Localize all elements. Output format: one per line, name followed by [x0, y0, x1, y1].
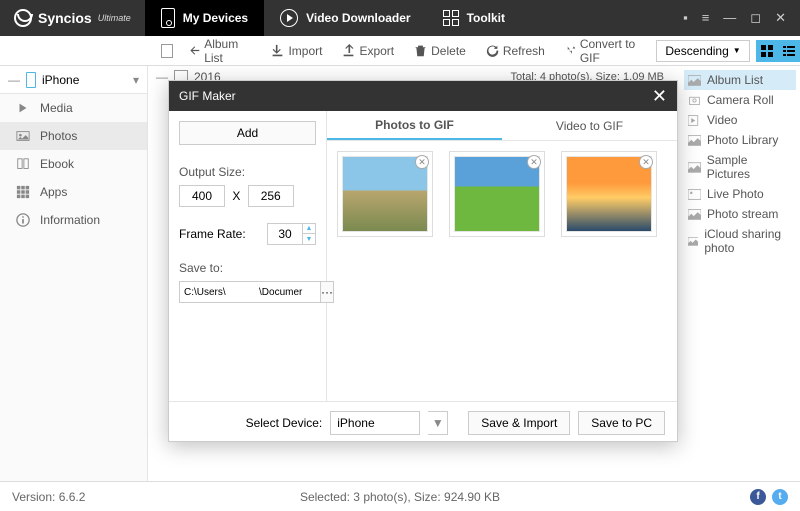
- photo-thumbnails: ✕ ✕ ✕: [327, 141, 677, 247]
- sidebar-item-information[interactable]: Information: [0, 206, 147, 234]
- album-item[interactable]: Album List: [684, 70, 796, 90]
- title-bar: Syncios Ultimate My Devices Video Downlo…: [0, 0, 800, 36]
- menu-icon[interactable]: ≡: [702, 10, 710, 26]
- album-item[interactable]: iCloud sharing photo: [684, 224, 796, 258]
- output-height-input[interactable]: [248, 185, 294, 207]
- version-label: Version: 6.6.2: [12, 490, 85, 504]
- output-size-label: Output Size:: [179, 165, 316, 179]
- tab-toolkit[interactable]: Toolkit: [427, 0, 521, 36]
- delete-button[interactable]: Delete: [404, 44, 476, 58]
- view-grid-button[interactable]: [756, 40, 778, 62]
- close-button[interactable]: ✕: [775, 10, 786, 26]
- modal-close-button[interactable]: ✕: [652, 86, 667, 107]
- phone-icon: [26, 72, 36, 88]
- chevron-down-icon: ▾: [133, 73, 139, 87]
- remove-photo-button[interactable]: ✕: [415, 155, 429, 169]
- phone-icon: [161, 8, 175, 28]
- play-icon: [280, 9, 298, 27]
- album-item[interactable]: Photo Library: [684, 130, 796, 150]
- sidebar-left: — iPhone ▾ Media Photos Ebook Apps Infor…: [0, 66, 148, 481]
- tab-label: My Devices: [183, 11, 248, 25]
- collapse-icon: —: [8, 73, 20, 87]
- selection-status: Selected: 3 photo(s), Size: 924.90 KB: [300, 490, 500, 504]
- album-list-panel: Album List Camera Roll Video Photo Libra…: [680, 66, 800, 481]
- add-button[interactable]: Add: [179, 121, 316, 145]
- tab-video-to-gif[interactable]: Video to GIF: [502, 111, 677, 140]
- tab-my-devices[interactable]: My Devices: [145, 0, 264, 36]
- album-item[interactable]: Live Photo: [684, 184, 796, 204]
- tab-label: Toolkit: [467, 11, 505, 25]
- modal-titlebar: GIF Maker ✕: [169, 81, 677, 111]
- feedback-icon[interactable]: ▪: [683, 10, 688, 26]
- remove-photo-button[interactable]: ✕: [527, 155, 541, 169]
- minimize-button[interactable]: —: [723, 10, 736, 26]
- album-item[interactable]: Camera Roll: [684, 90, 796, 110]
- maximize-button[interactable]: ◻: [750, 10, 761, 26]
- save-to-label: Save to:: [179, 261, 316, 275]
- toolbar: Album List Import Export Delete Refresh …: [0, 36, 800, 66]
- sidebar-item-ebook[interactable]: Ebook: [0, 150, 147, 178]
- frame-rate-label: Frame Rate:: [179, 227, 246, 241]
- modal-content-panel: Photos to GIF Video to GIF ✕ ✕ ✕: [327, 111, 677, 401]
- album-item[interactable]: Photo stream: [684, 204, 796, 224]
- view-list-button[interactable]: [778, 40, 800, 62]
- output-width-input[interactable]: [179, 185, 225, 207]
- select-device-label: Select Device:: [246, 416, 323, 430]
- collapse-icon: —: [156, 70, 168, 84]
- sidebar-item-apps[interactable]: Apps: [0, 178, 147, 206]
- photo-thumbnail[interactable]: ✕: [337, 151, 433, 237]
- album-item[interactable]: Sample Pictures: [684, 150, 796, 184]
- syncios-logo-icon: [14, 9, 32, 27]
- tab-label: Video Downloader: [306, 11, 410, 25]
- modal-title: GIF Maker: [179, 89, 236, 103]
- app-logo: Syncios Ultimate: [0, 9, 145, 27]
- save-import-button[interactable]: Save & Import: [468, 411, 570, 435]
- app-edition: Ultimate: [98, 13, 131, 23]
- facebook-icon[interactable]: f: [750, 489, 766, 505]
- sidebar-item-media[interactable]: Media: [0, 94, 147, 122]
- tab-photos-to-gif[interactable]: Photos to GIF: [327, 111, 502, 140]
- gif-maker-modal: GIF Maker ✕ Add Output Size: X Frame Rat…: [168, 80, 678, 442]
- x-separator: X: [232, 189, 240, 203]
- photo-thumbnail[interactable]: ✕: [449, 151, 545, 237]
- status-bar: Version: 6.6.2 Selected: 3 photo(s), Siz…: [0, 481, 800, 511]
- album-list-button[interactable]: Album List: [179, 37, 261, 65]
- step-up-button[interactable]: ▲: [303, 224, 315, 234]
- device-name: iPhone: [42, 73, 79, 87]
- sidebar-item-photos[interactable]: Photos: [0, 122, 147, 150]
- tab-video-downloader[interactable]: Video Downloader: [264, 0, 426, 36]
- app-name: Syncios: [38, 10, 92, 26]
- modal-footer: Select Device: iPhone ▼ Save & Import Sa…: [169, 401, 677, 443]
- device-header[interactable]: — iPhone ▾: [0, 66, 147, 94]
- photo-thumbnail[interactable]: ✕: [561, 151, 657, 237]
- twitter-icon[interactable]: t: [772, 489, 788, 505]
- refresh-button[interactable]: Refresh: [476, 44, 555, 58]
- save-path-input[interactable]: [179, 281, 321, 303]
- frame-rate-input[interactable]: [267, 223, 303, 245]
- select-all-checkbox[interactable]: [161, 44, 173, 58]
- modal-settings-panel: Add Output Size: X Frame Rate: ▲ ▼ Save: [169, 111, 327, 401]
- export-button[interactable]: Export: [332, 44, 404, 58]
- chevron-down-icon: ▼: [733, 46, 741, 55]
- device-select-arrow[interactable]: ▼: [428, 411, 448, 435]
- step-down-button[interactable]: ▼: [303, 234, 315, 244]
- convert-gif-button[interactable]: Convert to GIF: [555, 37, 657, 65]
- save-pc-button[interactable]: Save to PC: [578, 411, 665, 435]
- device-select[interactable]: iPhone: [330, 411, 420, 435]
- remove-photo-button[interactable]: ✕: [639, 155, 653, 169]
- import-button[interactable]: Import: [261, 44, 332, 58]
- sort-dropdown[interactable]: Descending▼: [656, 40, 749, 62]
- grid-icon: [443, 10, 459, 26]
- window-controls: ▪ ≡ — ◻ ✕: [683, 10, 800, 26]
- album-item[interactable]: Video: [684, 110, 796, 130]
- frame-rate-stepper: ▲ ▼: [303, 223, 316, 245]
